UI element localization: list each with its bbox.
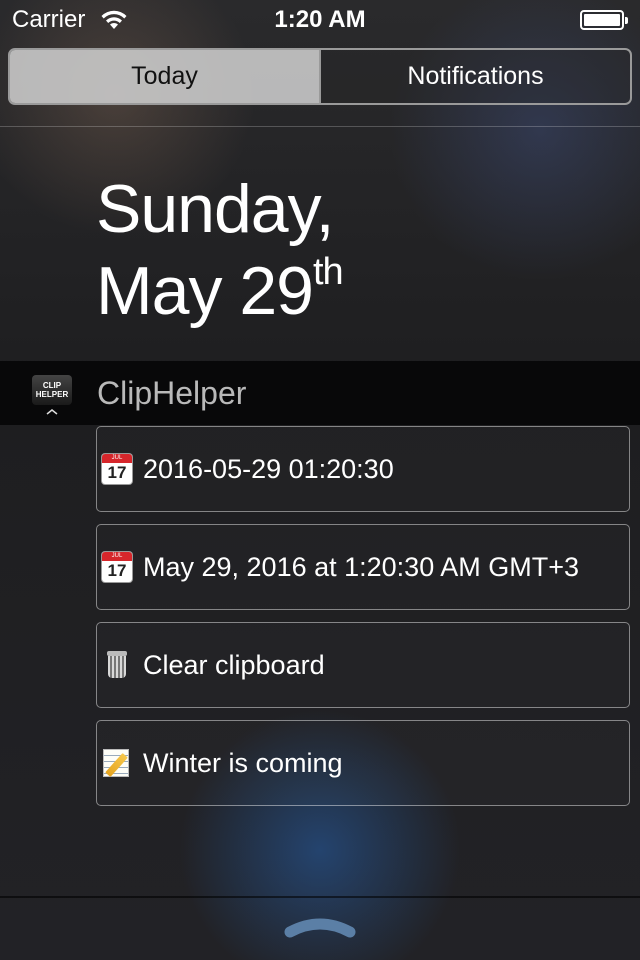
app-icon-text-clip: CLIP (42, 381, 62, 390)
calendar-icon: JUL 17 (101, 551, 133, 583)
trash-icon (101, 649, 133, 681)
date-ordinal-suffix: th (313, 251, 344, 293)
bottom-divider (0, 896, 640, 898)
list-item-clear-clipboard[interactable]: Clear clipboard (96, 622, 630, 708)
status-bar: Carrier 1:20 AM (0, 0, 640, 40)
date-month-day: May 29 (96, 253, 314, 329)
list-item-date-long[interactable]: JUL 17 May 29, 2016 at 1:20:30 AM GMT+3 (96, 524, 630, 610)
date-heading: Sunday, May 29th (96, 168, 344, 332)
tab-notifications[interactable]: Notifications (319, 50, 630, 103)
tab-today[interactable]: Today (10, 50, 319, 103)
calendar-icon: JUL 17 (101, 453, 133, 485)
date-weekday: Sunday, (96, 171, 334, 247)
battery-icon (580, 10, 628, 30)
list-item-date-iso[interactable]: JUL 17 2016-05-29 01:20:30 (96, 426, 630, 512)
list-item-winter-is-coming[interactable]: Winter is coming (96, 720, 630, 806)
list-item-label: 2016-05-29 01:20:30 (143, 453, 394, 484)
widget-header[interactable]: CLIP HELPER ClipHelper (0, 361, 640, 425)
widget-item-list: JUL 17 2016-05-29 01:20:30 JUL 17 May 29, … (96, 426, 630, 818)
widget-app-name: ClipHelper (97, 375, 247, 411)
chevron-up-grabber-icon[interactable] (284, 910, 356, 940)
status-time: 1:20 AM (274, 6, 366, 33)
memo-icon (101, 747, 133, 779)
list-item-label: Clear clipboard (143, 649, 325, 680)
list-item-label: May 29, 2016 at 1:20:30 AM GMT+3 (143, 551, 579, 582)
date-month-day-line: May 29th (96, 250, 344, 332)
header-divider (0, 126, 640, 127)
chevron-up-icon (46, 409, 58, 415)
list-item-label: Winter is coming (143, 747, 343, 778)
app-icon-text-helper: HELPER (35, 390, 69, 399)
today-notifications-segmented-control: Today Notifications (8, 48, 632, 105)
cliphelper-app-icon: CLIP HELPER (32, 375, 72, 415)
